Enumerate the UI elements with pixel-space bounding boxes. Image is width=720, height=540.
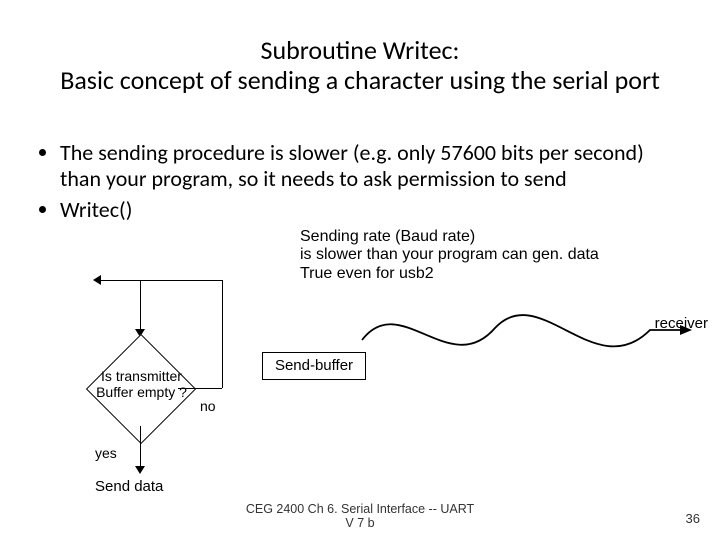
footer-line2: V 7 b <box>345 516 374 530</box>
arrow-down-icon <box>135 466 145 474</box>
bullet-list: The sending procedure is slower (e.g. on… <box>38 140 688 227</box>
bullet-2: Writec() <box>60 197 688 223</box>
sidenote-text: Sending rate (Baud rate) is slower than … <box>300 228 700 283</box>
flow-edge-no-h <box>178 388 222 389</box>
send-data-step: Send data <box>95 478 163 495</box>
flow-edge-no-v <box>222 280 223 388</box>
decision-line1: Is transmitter <box>101 368 182 384</box>
title-line2: Basic concept of sending a character usi… <box>60 64 660 96</box>
page-number: 36 <box>686 511 700 526</box>
sidenote-line1: Sending rate (Baud rate) <box>300 228 475 245</box>
bullet-1: The sending procedure is slower (e.g. on… <box>60 140 688 193</box>
slide-title: Subroutine Writec: Basic concept of send… <box>0 36 720 96</box>
label-no: no <box>200 398 216 414</box>
sidenote-line3: True even for usb2 <box>300 265 434 282</box>
send-buffer-box: Send-buffer <box>262 352 366 380</box>
label-yes: yes <box>95 445 117 461</box>
receiver-label: receiver <box>655 315 708 332</box>
title-line1: Subroutine Writec: <box>261 34 460 66</box>
flow-edge-down <box>140 280 141 335</box>
decision-text: Is transmitter Buffer empty ? <box>75 368 208 400</box>
sidenote-line2: is slower than your program can gen. dat… <box>300 246 599 263</box>
decision-line2: Buffer empty ? <box>96 384 187 400</box>
flowchart: Is transmitter Buffer empty ? no yes Sen… <box>60 280 260 510</box>
footer-text: CEG 2400 Ch 6. Serial Interface -- UART … <box>0 502 720 530</box>
footer-line1: CEG 2400 Ch 6. Serial Interface -- UART <box>246 502 474 516</box>
signal-wave-icon <box>360 300 690 360</box>
